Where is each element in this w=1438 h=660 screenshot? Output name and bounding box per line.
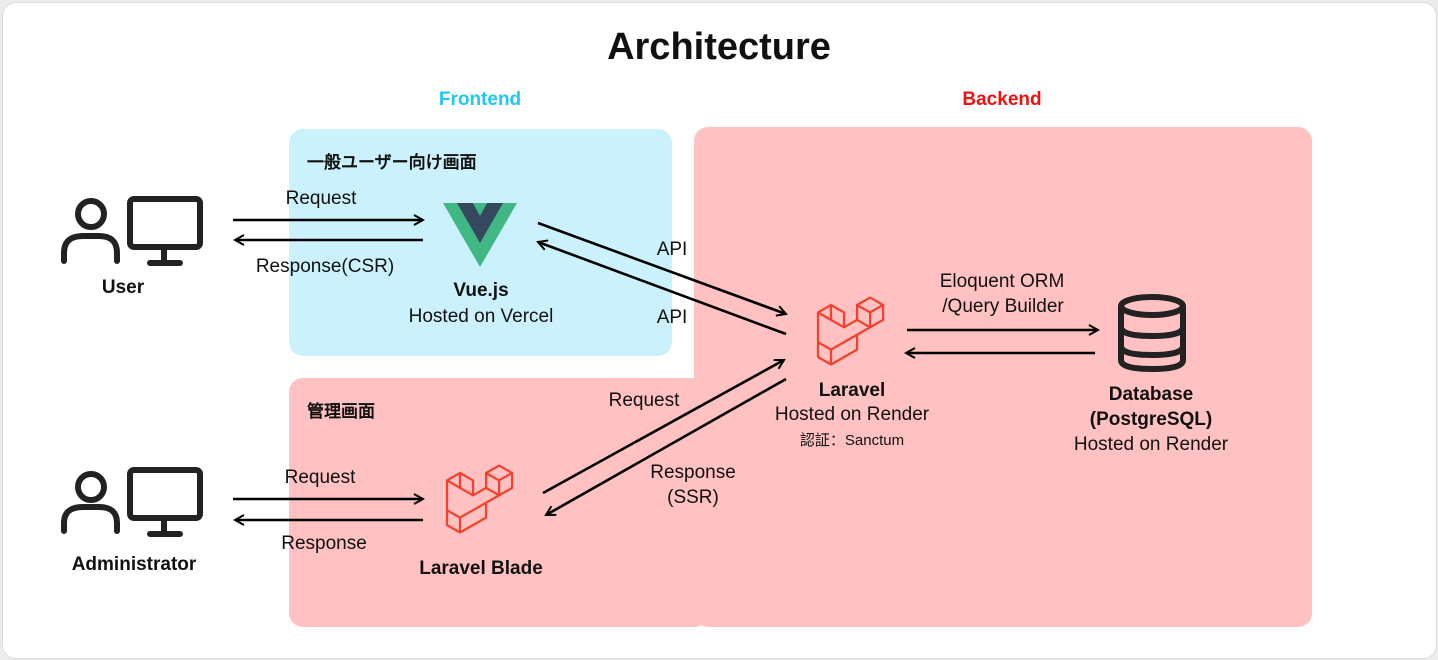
edge-label-admin-request: Request [284, 467, 356, 488]
blade-name: Laravel Blade [419, 558, 543, 579]
edge-label-user-request: Request [285, 188, 357, 209]
database-host: Hosted on Render [1073, 434, 1229, 455]
laravel-name: Laravel [818, 380, 886, 401]
edge-label-blade-request: Request [608, 390, 680, 411]
edge-label-query-builder: /Query Builder [942, 296, 1064, 317]
backend-label: Backend [962, 89, 1042, 110]
edge-label-api-in: API [656, 307, 688, 328]
database-name: Database [1108, 384, 1194, 405]
vue-host: Hosted on Vercel [408, 306, 554, 327]
backend-region [694, 127, 1312, 627]
administrator-icon [61, 467, 203, 537]
edge-label-orm: Eloquent ORM [939, 271, 1065, 292]
edge-label-blade-response: Response [650, 462, 736, 483]
diagram-title: Architecture [607, 26, 831, 68]
vue-name: Vue.js [453, 280, 509, 301]
frontend-label: Frontend [438, 89, 522, 110]
edge-label-user-response: Response(CSR) [255, 256, 395, 277]
edge-label-api-out: API [656, 239, 688, 260]
edge-label-admin-response: Response [281, 533, 367, 554]
edge-label-blade-ssr: (SSR) [667, 487, 719, 508]
admin-screen-label: 管理画面 [307, 402, 375, 421]
database-engine: (PostgreSQL) [1089, 409, 1213, 430]
user-label: User [101, 277, 145, 298]
architecture-diagram: Architecture Frontend Backend 一般ユーザー向け画面… [2, 2, 1437, 659]
user-screen-label: 一般ユーザー向け画面 [307, 153, 477, 172]
diagram-graphics [61, 127, 1312, 627]
administrator-label: Administrator [71, 554, 197, 575]
user-icon [61, 196, 203, 266]
laravel-auth: 認証：Sanctum [799, 432, 905, 449]
laravel-host: Hosted on Render [774, 404, 930, 425]
